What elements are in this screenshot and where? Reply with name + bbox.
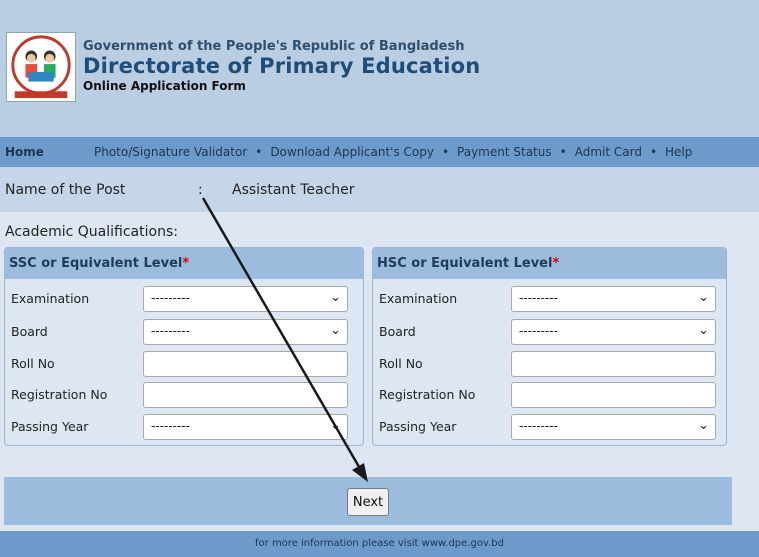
nav-separator: • [441,145,450,159]
nav-separator: • [559,145,567,159]
post-colon: : [198,182,203,198]
nav-links: Photo/Signature Validator • Download Appli… [94,145,692,159]
hsc-examination-label: Examination [379,291,458,306]
ssc-registration-label: Registration No [11,387,108,402]
hsc-examination-select[interactable]: --------- ⌄ [511,286,716,312]
hsc-roll-label: Roll No [379,356,423,371]
ssc-roll-label: Roll No [11,356,55,371]
ssc-passing-year-row: Passing Year --------- ⌄ [11,414,351,440]
chevron-down-icon: ⌄ [330,323,341,338]
hsc-passing-year-label: Passing Year [379,419,457,434]
post-row: Name of the Post : Assistant Teacher [0,167,759,212]
ssc-roll-input[interactable] [143,351,348,377]
chevron-down-icon: ⌄ [330,290,341,305]
ssc-panel: SSC or Equivalent Level* Examination ---… [4,247,364,446]
top-nav: Home Photo/Signature Validator • Download … [0,137,759,167]
select-value: --------- [151,291,190,305]
required-mark: * [552,256,560,271]
hsc-board-row: Board --------- ⌄ [379,319,719,345]
hsc-passing-year-select[interactable]: --------- ⌄ [511,414,716,440]
ssc-board-label: Board [11,324,48,339]
select-value: --------- [151,419,190,433]
ssc-board-row: Board --------- ⌄ [11,319,351,345]
ssc-passing-year-label: Passing Year [11,419,89,434]
hsc-examination-row: Examination --------- ⌄ [379,286,719,312]
hsc-panel-header: HSC or Equivalent Level* [373,248,726,279]
chevron-down-icon: ⌄ [330,418,341,433]
ssc-registration-row: Registration No [11,382,351,408]
nav-separator: • [649,145,658,159]
directorate-title: Directorate of Primary Education [83,54,481,78]
hsc-passing-year-row: Passing Year --------- ⌄ [379,414,719,440]
hsc-roll-input[interactable] [511,351,716,377]
ssc-panel-header: SSC or Equivalent Level* [5,248,363,279]
chevron-down-icon: ⌄ [698,290,709,305]
hsc-roll-row: Roll No [379,351,719,377]
select-value: --------- [519,291,558,305]
nav-home-link[interactable]: Home [5,145,44,159]
ssc-examination-label: Examination [11,291,90,306]
chevron-down-icon: ⌄ [698,418,709,433]
page-footer: for more information please visit www.dp… [0,531,759,557]
hsc-registration-input[interactable] [511,382,716,408]
nav-payment-status[interactable]: Payment Status [457,145,552,159]
ssc-examination-row: Examination --------- ⌄ [11,286,351,312]
nav-download-applicant-copy[interactable]: Download Applicant's Copy [270,145,434,159]
nav-photo-signature-validator[interactable]: Photo/Signature Validator [94,145,247,159]
hsc-registration-row: Registration No [379,382,719,408]
hsc-title: HSC or Equivalent Level [377,256,553,271]
page-header: Government of the People's Republic of B… [0,0,759,137]
next-button[interactable]: Next [347,488,389,516]
hsc-registration-label: Registration No [379,387,476,402]
select-value: --------- [151,324,190,338]
government-title: Government of the People's Republic of B… [83,39,465,54]
chevron-down-icon: ⌄ [698,323,709,338]
post-label: Name of the Post [5,182,126,198]
select-value: --------- [519,419,558,433]
academic-qualifications-title: Academic Qualifications: [5,224,178,240]
form-title: Online Application Form [83,79,246,93]
dpe-logo-icon [6,32,76,102]
ssc-title: SSC or Equivalent Level [9,256,183,271]
ssc-roll-row: Roll No [11,351,351,377]
select-value: --------- [519,324,558,338]
hsc-panel: HSC or Equivalent Level* Examination ---… [372,247,727,446]
hsc-board-label: Board [379,324,416,339]
required-mark: * [182,256,190,271]
hsc-board-select[interactable]: --------- ⌄ [511,319,716,345]
nav-help[interactable]: Help [665,145,692,159]
ssc-board-select[interactable]: --------- ⌄ [143,319,348,345]
ssc-registration-input[interactable] [143,382,348,408]
nav-separator: • [255,145,263,159]
ssc-passing-year-select[interactable]: --------- ⌄ [143,414,348,440]
post-value: Assistant Teacher [232,182,355,198]
ssc-examination-select[interactable]: --------- ⌄ [143,286,348,312]
nav-admit-card[interactable]: Admit Card [575,145,642,159]
